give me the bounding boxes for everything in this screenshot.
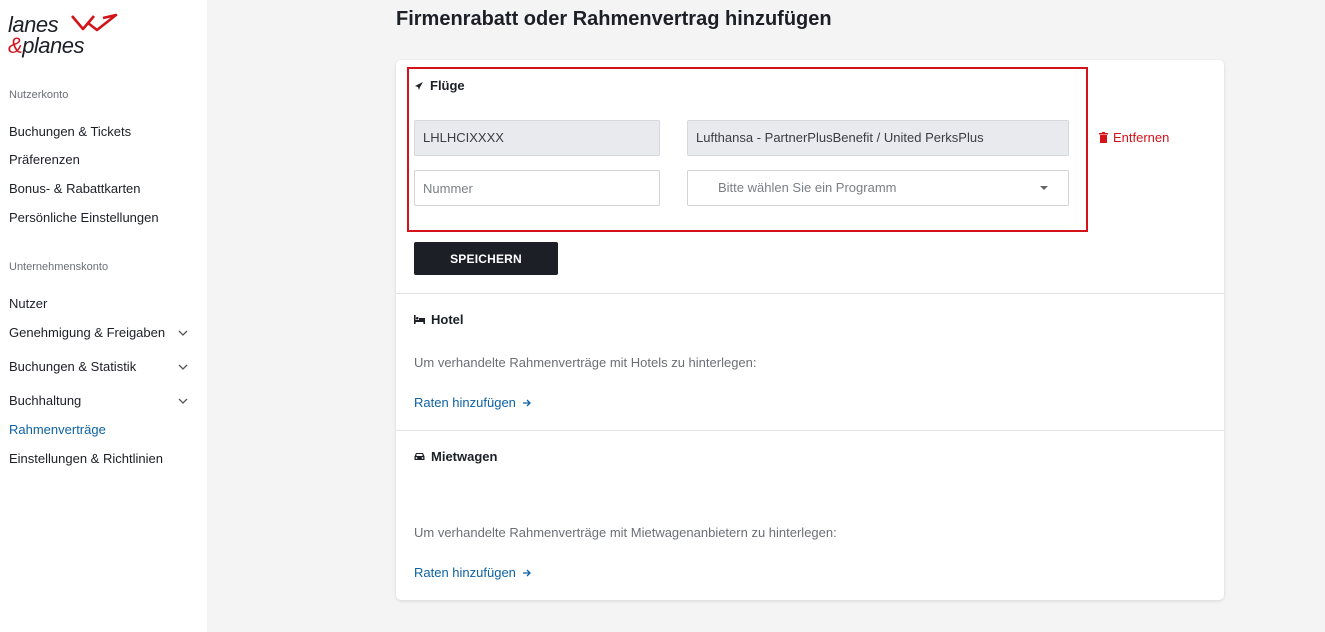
nav-users[interactable]: Nutzer <box>9 295 189 313</box>
airline-code-field[interactable]: LHLHCIXXXX <box>414 120 660 156</box>
nav-bookings-statistics-label: Buchungen & Statistik <box>9 359 137 374</box>
nav-framework-contracts[interactable]: Rahmenverträge <box>9 421 189 439</box>
hotel-section-title: Hotel <box>414 312 464 327</box>
hotel-title-text: Hotel <box>431 312 464 327</box>
nav-accounting-label: Buchhaltung <box>9 393 82 408</box>
arrow-right-icon <box>522 399 531 406</box>
dropdown-caret-icon <box>1040 186 1048 190</box>
hotel-add-rates-label: Raten hinzufügen <box>414 395 516 410</box>
program-field[interactable]: Lufthansa - PartnerPlusBenefit / United … <box>687 120 1069 156</box>
chevron-down-icon <box>178 330 188 336</box>
remove-button[interactable]: Entfernen <box>1099 130 1169 145</box>
save-button[interactable]: SPEICHERN <box>414 242 558 275</box>
nav-personal-settings[interactable]: Persönliche Einstellungen <box>9 209 189 227</box>
flights-section-title: Flüge <box>414 78 465 93</box>
section-divider <box>396 430 1224 431</box>
bed-icon <box>414 315 425 324</box>
hotel-description: Um verhandelte Rahmenverträge mit Hotels… <box>414 355 757 370</box>
nav-approvals-label: Genehmigung & Freigaben <box>9 325 166 340</box>
car-add-rates-link[interactable]: Raten hinzufügen <box>414 565 532 580</box>
chevron-down-icon <box>178 398 188 404</box>
logo-text-planes: &planes <box>8 33 85 58</box>
car-description: Um verhandelte Rahmenverträge mit Mietwa… <box>414 525 837 540</box>
hotel-add-rates-link[interactable]: Raten hinzufügen <box>414 395 532 410</box>
page-title: Firmenrabatt oder Rahmenvertrag hinzufüg… <box>396 8 832 30</box>
nav-preferences[interactable]: Präferenzen <box>9 151 189 169</box>
car-title-text: Mietwagen <box>431 449 498 464</box>
nav-accounting[interactable]: Buchhaltung <box>9 392 189 410</box>
program-select[interactable]: Bitte wählen Sie ein Programm <box>687 170 1069 206</box>
section-divider <box>396 293 1224 294</box>
logo-mark-icon <box>71 13 118 32</box>
lanes-and-planes-logo[interactable]: lanes &planes <box>8 12 123 62</box>
trash-icon <box>1099 132 1108 143</box>
car-add-rates-label: Raten hinzufügen <box>414 565 516 580</box>
flights-title-text: Flüge <box>430 78 465 93</box>
number-input[interactable] <box>414 170 660 206</box>
car-section-title: Mietwagen <box>414 449 497 464</box>
company-account-section-label: Unternehmenskonto <box>9 261 109 273</box>
user-account-section-label: Nutzerkonto <box>9 89 69 101</box>
nav-bookings-tickets[interactable]: Buchungen & Tickets <box>9 123 189 141</box>
remove-label: Entfernen <box>1113 130 1170 145</box>
nav-bookings-statistics[interactable]: Buchungen & Statistik <box>9 358 189 376</box>
program-select-placeholder: Bitte wählen Sie ein Programm <box>718 180 897 195</box>
nav-approvals[interactable]: Genehmigung & Freigaben <box>9 324 189 342</box>
arrow-right-icon <box>522 569 531 576</box>
sidebar: lanes &planes Nutzerkonto Buchungen & Ti… <box>0 0 207 632</box>
chevron-down-icon <box>178 364 188 370</box>
car-icon <box>414 453 425 460</box>
nav-settings-policies[interactable]: Einstellungen & Richtlinien <box>9 450 189 468</box>
airplane-icon <box>415 81 423 90</box>
nav-bonus-discount-cards[interactable]: Bonus- & Rabattkarten <box>9 180 189 198</box>
